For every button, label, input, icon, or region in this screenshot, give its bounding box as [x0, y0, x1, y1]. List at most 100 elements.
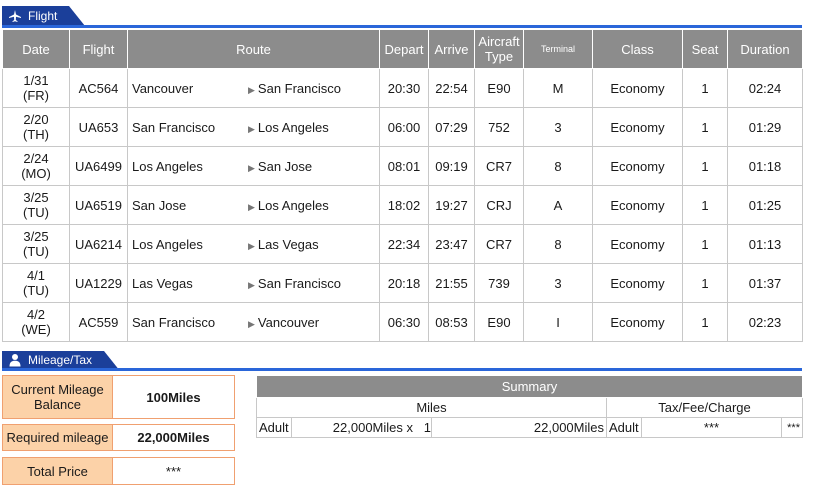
cell-terminal: 8	[523, 224, 593, 264]
day-text: (FR)	[23, 88, 49, 103]
summary-tax-value: ***	[641, 417, 782, 438]
cell-route: San Jose ▶ Los Angeles	[127, 185, 380, 225]
cell-duration: 01:13	[727, 224, 803, 264]
cell-terminal: 3	[523, 263, 593, 303]
header-date: Date	[2, 29, 70, 69]
header-duration: Duration	[727, 29, 803, 69]
table-row: 3/25 (TU) UA6519 San Jose ▶ Los Angeles 18:02 1…	[2, 185, 803, 225]
route-to: Los Angeles	[257, 120, 329, 135]
cell-depart: 08:01	[379, 146, 429, 186]
cell-duration: 01:37	[727, 263, 803, 303]
date-text: 1/31	[23, 73, 49, 88]
flight-section-divider	[2, 25, 802, 28]
summary-tax-adult-label: Adult	[606, 417, 642, 438]
cell-class: Economy	[592, 224, 683, 264]
route-arrow-icon: ▶	[248, 202, 255, 212]
airplane-icon	[9, 10, 21, 22]
cell-flight: UA6499	[69, 146, 128, 186]
table-header-row: Date Flight Route Depart Arrive Aircraft…	[2, 29, 803, 69]
date-text: 3/25	[23, 229, 49, 244]
cell-flight: AC564	[69, 68, 128, 108]
cell-seat: 1	[682, 224, 728, 264]
date-text: 2/20	[23, 112, 49, 127]
cell-route: Las Vegas ▶ San Francisco	[127, 263, 380, 303]
cell-route: San Francisco ▶ Vancouver	[127, 302, 380, 342]
mileage-section-header: Mileage/Tax	[2, 351, 802, 373]
cell-aircraft: CR7	[474, 224, 524, 264]
cell-flight: AC559	[69, 302, 128, 342]
route-to-group: ▶ San Jose	[248, 159, 312, 176]
route-arrow-icon: ▶	[248, 241, 255, 251]
flight-section-tab: Flight	[2, 6, 86, 26]
route-from: Vancouver	[132, 80, 194, 96]
cell-aircraft: E90	[474, 302, 524, 342]
header-class: Class	[592, 29, 683, 69]
table-row: 3/25 (TU) UA6214 Los Angeles ▶ Las Vegas 22:34…	[2, 224, 803, 264]
cell-arrive: 09:19	[428, 146, 475, 186]
header-seat: Seat	[682, 29, 728, 69]
cell-date: 4/1 (TU)	[2, 263, 70, 303]
date-text: 4/2	[26, 307, 46, 322]
cell-seat: 1	[682, 302, 728, 342]
cell-route: Los Angeles ▶ Las Vegas	[127, 224, 380, 264]
cell-duration: 01:25	[727, 185, 803, 225]
route-to: San Francisco	[257, 81, 342, 96]
day-text: (WE)	[21, 322, 51, 337]
summary-adult-label: Adult	[256, 417, 292, 438]
route-from: San Francisco	[132, 119, 216, 135]
cell-duration: 01:18	[727, 146, 803, 186]
cell-duration: 01:29	[727, 107, 803, 147]
mileage-section-divider	[2, 368, 802, 371]
cell-class: Economy	[592, 302, 683, 342]
route-arrow-icon: ▶	[248, 163, 255, 173]
header-flight: Flight	[69, 29, 128, 69]
cell-date: 3/25 (TU)	[2, 185, 70, 225]
cell-terminal: 3	[523, 107, 593, 147]
route-to: Vancouver	[257, 315, 320, 330]
date-text: 3/25	[23, 190, 49, 205]
summary-tax-header: Tax/Fee/Charge	[606, 397, 803, 418]
total-price-label: Total Price	[3, 458, 113, 484]
header-terminal: Terminal	[523, 29, 593, 69]
route-to: Las Vegas	[257, 237, 319, 252]
route-arrow-icon: ▶	[248, 85, 255, 95]
route-from: San Francisco	[132, 314, 216, 330]
mileage-section-title: Mileage/Tax	[28, 353, 93, 367]
route-from: Los Angeles	[132, 158, 203, 174]
cell-flight: UA6519	[69, 185, 128, 225]
cell-aircraft: E90	[474, 68, 524, 108]
route-from: Los Angeles	[132, 236, 203, 252]
route-from: San Jose	[132, 197, 187, 213]
header-aircraft-type: Aircraft Type	[474, 29, 524, 69]
current-mileage-label: Current Mileage Balance	[3, 376, 113, 418]
day-text: (TU)	[23, 244, 49, 259]
route-to-group: ▶ San Francisco	[248, 276, 341, 293]
day-text: (MO)	[21, 166, 51, 181]
current-mileage-value: 100Miles	[146, 389, 201, 405]
cell-flight: UA1229	[69, 263, 128, 303]
cell-arrive: 07:29	[428, 107, 475, 147]
cell-duration: 02:24	[727, 68, 803, 108]
summary-miles-per: 22,000Miles x 1	[291, 417, 432, 438]
summary-table: Summary Miles Tax/Fee/Charge Adult 22,00…	[256, 375, 803, 438]
cell-flight: UA6214	[69, 224, 128, 264]
summary-miles-per-text: 22,000Miles x	[332, 420, 413, 435]
route-to-group: ▶ Las Vegas	[248, 237, 319, 254]
cell-terminal: A	[523, 185, 593, 225]
table-row: 4/2 (WE) AC559 San Francisco ▶ Vancouver 06:30…	[2, 302, 803, 342]
route-to: San Francisco	[257, 276, 342, 291]
cell-seat: 1	[682, 146, 728, 186]
summary-title: Summary	[256, 375, 803, 398]
cell-class: Economy	[592, 68, 683, 108]
route-to-group: ▶ Los Angeles	[248, 198, 329, 215]
cell-aircraft: CRJ	[474, 185, 524, 225]
header-route: Route	[127, 29, 380, 69]
mileage-section-tab: Mileage/Tax	[2, 351, 121, 371]
cell-date: 4/2 (WE)	[2, 302, 70, 342]
day-text: (TU)	[23, 205, 49, 220]
cell-seat: 1	[682, 185, 728, 225]
cell-arrive: 08:53	[428, 302, 475, 342]
cell-class: Economy	[592, 146, 683, 186]
cell-flight: UA653	[69, 107, 128, 147]
cell-class: Economy	[592, 185, 683, 225]
